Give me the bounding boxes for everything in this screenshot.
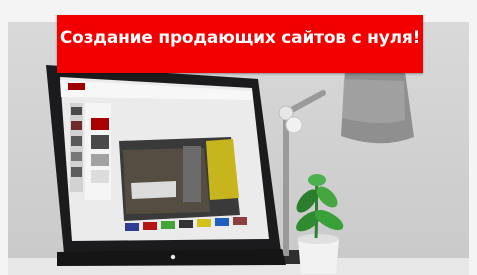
headline-banner: Создание продающих сайтов с нуля! <box>57 15 423 73</box>
desk-surface <box>8 258 469 275</box>
video-thumbnail[interactable]: Создание продающих сайтов с нуля! <box>0 0 477 275</box>
headline-text: Создание продающих сайтов с нуля! <box>59 28 421 48</box>
